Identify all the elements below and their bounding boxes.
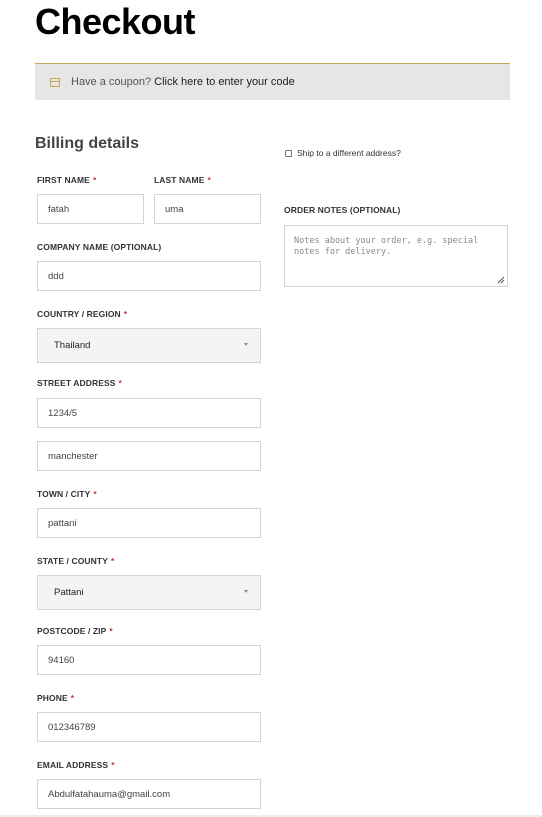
resize-handle-icon[interactable] <box>497 276 505 284</box>
email-input[interactable]: Abdulfatahauma@gmail.com <box>37 779 261 809</box>
country-label: COUNTRY / REGION * <box>37 309 128 319</box>
ship-different-row[interactable]: Ship to a different address? <box>285 148 401 158</box>
billing-details-title: Billing details <box>35 135 140 152</box>
required-mark: * <box>109 626 113 636</box>
coupon-notice: Have a coupon? Click here to enter your … <box>35 63 510 100</box>
country-select-value: Thailand <box>54 340 91 351</box>
order-notes-label: ORDER NOTES (OPTIONAL) <box>284 205 401 215</box>
last-name-input[interactable]: uma <box>154 194 261 224</box>
street-address-line2-input[interactable]: manchester <box>37 441 261 471</box>
city-input[interactable]: pattani <box>37 508 261 538</box>
coupon-icon <box>50 77 60 87</box>
country-select[interactable]: Thailand <box>37 328 261 363</box>
chevron-down-icon <box>244 343 248 346</box>
required-mark: * <box>207 175 211 185</box>
email-label: EMAIL ADDRESS * <box>37 760 115 770</box>
postcode-input[interactable]: 94160 <box>37 645 261 675</box>
street-label: STREET ADDRESS * <box>37 378 122 388</box>
phone-label: PHONE * <box>37 693 75 703</box>
coupon-link[interactable]: Click here to enter your code <box>154 76 295 88</box>
required-mark: * <box>70 693 75 703</box>
required-mark: * <box>111 760 115 770</box>
required-mark: * <box>118 378 122 388</box>
required-mark: * <box>92 175 97 185</box>
phone-input[interactable]: 012346789 <box>37 712 261 742</box>
order-notes-textarea[interactable]: Notes about your order, e.g. special not… <box>284 225 508 287</box>
state-label: STATE / COUNTY * <box>37 556 115 566</box>
state-select[interactable]: Pattani <box>37 575 261 610</box>
postcode-label: POSTCODE / ZIP * <box>37 626 113 636</box>
page-title: Checkout <box>35 1 196 42</box>
required-mark: * <box>123 309 128 319</box>
required-mark: * <box>110 556 115 566</box>
first-name-input[interactable]: fatah <box>37 194 144 224</box>
city-label: TOWN / CITY * <box>37 489 97 499</box>
order-notes-placeholder: Notes about your order, e.g. special not… <box>294 236 479 257</box>
ship-different-checkbox[interactable] <box>285 149 292 157</box>
required-mark: * <box>93 489 97 499</box>
last-name-label: LAST NAME * <box>154 175 211 185</box>
company-input[interactable]: ddd <box>37 261 261 291</box>
coupon-prompt: Have a coupon? <box>71 76 152 88</box>
company-label: COMPANY NAME (OPTIONAL) <box>37 242 162 252</box>
chevron-down-icon <box>244 590 248 593</box>
first-name-label: FIRST NAME * <box>37 175 97 185</box>
state-select-value: Pattani <box>54 587 84 598</box>
street-address-line1-input[interactable]: 1234/5 <box>37 398 261 428</box>
ship-different-label[interactable]: Ship to a different address? <box>297 148 401 158</box>
